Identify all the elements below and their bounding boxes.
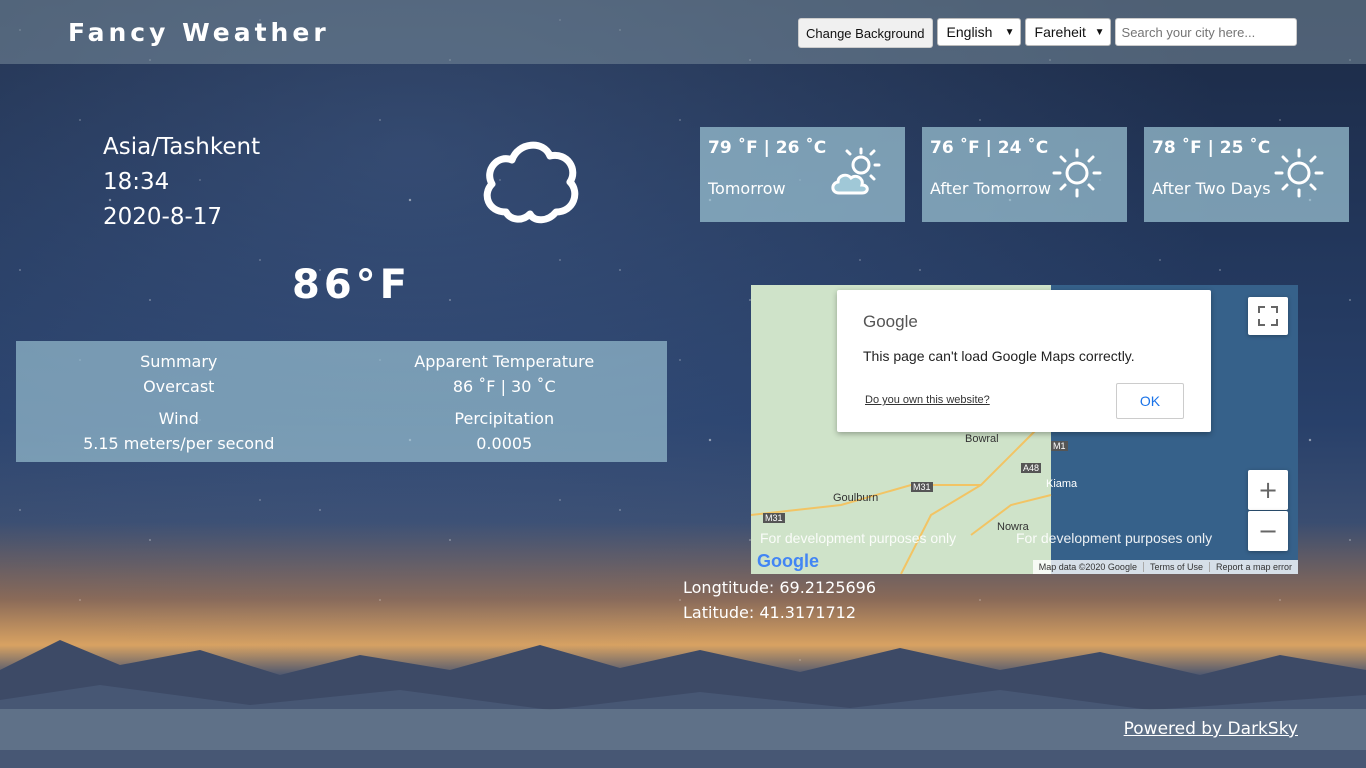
powered-by-link[interactable]: Powered by DarkSky — [1124, 719, 1298, 739]
date-label: 2020-8-17 — [103, 204, 223, 230]
app-title: Fancy Weather — [68, 18, 330, 47]
forecast-card: 76 ˚F | 24 ˚C After Tomorrow — [922, 127, 1127, 222]
weather-details: Summary Overcast Apparent Temperature 86… — [16, 341, 667, 462]
units-select[interactable]: Fareheit ▼ — [1024, 18, 1111, 46]
maps-error-dialog: Google This page can't load Google Maps … — [837, 290, 1211, 432]
dialog-brand: Google — [863, 312, 918, 331]
chevron-down-icon: ▼ — [1004, 26, 1015, 38]
map-road-label: M31 — [763, 513, 785, 523]
zoom-out-button[interactable]: − — [1248, 511, 1288, 551]
change-background-button[interactable]: Change Background — [798, 18, 933, 48]
summary-value: Overcast — [143, 377, 215, 396]
header-bar: Fancy Weather Change Background English … — [0, 0, 1366, 64]
fullscreen-button[interactable] — [1248, 297, 1288, 335]
apparent-temperature-label: Apparent Temperature — [414, 352, 595, 371]
search-input[interactable] — [1114, 18, 1297, 46]
forecast-temperature: 76 ˚F | 24 ˚C — [930, 138, 1049, 158]
map-road-label: M1 — [1051, 441, 1068, 451]
precipitation-label: Percipitation — [454, 408, 555, 428]
precipitation-value: 0.0005 — [476, 433, 533, 453]
apparent-temperature-value: 86 ˚F | 30 ˚C — [452, 377, 556, 396]
current-temperature: 86°F — [292, 262, 411, 308]
header-controls: Change Background English ▼ Fareheit ▼ — [798, 18, 1297, 48]
map-place-label: Goulburn — [833, 492, 879, 504]
cloud-icon — [483, 141, 579, 224]
forecast-card: 79 ˚F | 26 ˚C Tomorrow — [700, 127, 905, 222]
latitude-label: Latitude: 41.3171712 — [683, 603, 857, 622]
forecast-card: 78 ˚F | 25 ˚C After Two Days — [1144, 127, 1349, 222]
footer-bar: Powered by DarkSky — [0, 709, 1366, 750]
dialog-message: This page can't load Google Maps correct… — [863, 348, 1135, 364]
map-road-label: A48 — [1021, 463, 1042, 473]
report-error-link[interactable]: Report a map error — [1208, 562, 1298, 572]
map-data-label: Map data ©2020 Google — [1038, 562, 1137, 572]
partly-cloudy-icon — [831, 147, 881, 195]
map-attribution: Map data ©2020 Google Terms of Use Repor… — [1032, 560, 1298, 574]
units-select-value: Fareheit — [1034, 24, 1086, 40]
wind-label: Wind — [158, 408, 199, 428]
map-place-label: Kiama — [1046, 478, 1078, 490]
ok-button[interactable]: OK — [1116, 383, 1184, 419]
fullscreen-icon — [1258, 306, 1278, 326]
forecast-day: After Two Days — [1152, 179, 1271, 198]
forecast-temperature: 79 ˚F | 26 ˚C — [708, 138, 827, 158]
map-place-label: Bowral — [965, 433, 999, 445]
map-panel[interactable]: Bowral Goulburn Kiama Nowra M1 A48 M31 M… — [751, 285, 1298, 574]
longitude-label: Longtitude: 69.2125696 — [683, 578, 877, 597]
time-label: 18:34 — [103, 169, 170, 195]
sun-icon — [1052, 148, 1102, 198]
wind-value: 5.15 meters/per second — [83, 433, 275, 453]
zoom-in-button[interactable]: + — [1248, 470, 1288, 510]
summary-label: Summary — [140, 352, 218, 371]
forecast-day: After Tomorrow — [930, 179, 1052, 198]
chevron-down-icon: ▼ — [1094, 26, 1105, 38]
language-select[interactable]: English ▼ — [936, 18, 1021, 46]
dev-watermark: For development purposes only — [760, 530, 957, 546]
coordinates: Longtitude: 69.2125696 Latitude: 41.3171… — [683, 575, 876, 625]
location-info: Asia/Tashkent 18:34 2020-8-17 — [103, 130, 260, 235]
google-logo: Google — [757, 551, 819, 571]
language-select-value: English — [946, 24, 993, 40]
sun-icon — [1274, 148, 1324, 198]
own-website-link[interactable]: Do you own this website? — [865, 394, 990, 406]
forecast-day: Tomorrow — [708, 179, 786, 198]
terms-link[interactable]: Terms of Use — [1142, 562, 1209, 572]
timezone-label: Asia/Tashkent — [103, 134, 261, 160]
forecast-temperature: 78 ˚F | 25 ˚C — [1152, 138, 1271, 158]
map-road-label: M31 — [911, 482, 933, 492]
dev-watermark: For development purposes only — [1016, 530, 1213, 546]
